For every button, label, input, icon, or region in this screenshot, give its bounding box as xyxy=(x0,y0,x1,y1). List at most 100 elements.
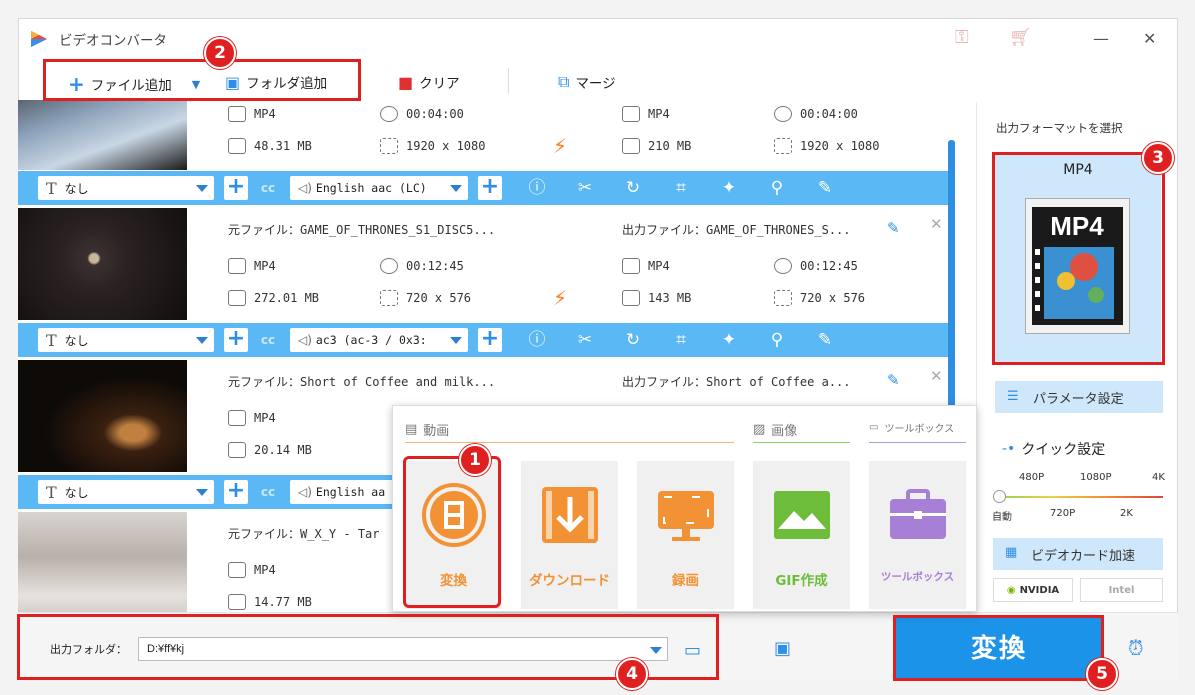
tile-download[interactable]: ダウンロード xyxy=(521,461,618,609)
file-icon xyxy=(622,138,640,154)
chevron-down-icon xyxy=(450,337,462,344)
add-audio-button[interactable]: + xyxy=(478,328,502,352)
scissors-icon[interactable]: ✂ xyxy=(572,328,598,352)
tile-toolbox-label: ツールボックス xyxy=(880,571,955,583)
source-file-name: 元ファイル：GAME_OF_THRONES_S1_DISC5... xyxy=(228,221,495,238)
tile-gif[interactable]: GIF作成 xyxy=(753,461,850,609)
cart-icon[interactable]: 🛒︎ xyxy=(1009,27,1032,48)
label: 出力ファイル： xyxy=(622,223,707,237)
add-subtitle-button[interactable]: + xyxy=(224,176,248,200)
src-size: 20.14 MB xyxy=(228,442,312,458)
key-icon[interactable]: ⚿ xyxy=(955,27,969,48)
gpu-acceleration-label: ビデオカード加速 xyxy=(1031,548,1136,564)
video-thumbnail[interactable] xyxy=(18,208,187,320)
merge-button[interactable]: ⧉ マージ xyxy=(558,72,616,92)
subtitle-select[interactable]: T なし xyxy=(38,176,214,200)
image-section-text: 画像 xyxy=(771,424,798,439)
value: MP4 xyxy=(648,259,670,273)
minimize-button[interactable]: — xyxy=(1093,29,1109,48)
quick-settings-text: クイック設定 xyxy=(1021,442,1106,458)
label: 出力ファイル： xyxy=(622,375,707,389)
add-subtitle-button[interactable]: + xyxy=(224,328,248,352)
video-thumbnail[interactable] xyxy=(18,512,187,612)
edit-subtitle-icon[interactable]: ✎ xyxy=(812,176,838,200)
lightning-icon: ⚡︎ xyxy=(553,286,568,310)
src-resolution: 720 x 576 xyxy=(380,290,471,306)
value: MP4 xyxy=(648,107,670,121)
dst-resolution: 1920 x 1080 xyxy=(774,138,879,154)
remove-file-button[interactable]: ✕ xyxy=(930,215,943,233)
crop-icon[interactable]: ⌗ xyxy=(668,328,694,352)
video-thumbnail[interactable] xyxy=(18,360,187,472)
quick-tick: 480P xyxy=(1019,472,1045,483)
subtitle-select[interactable]: T なし xyxy=(38,328,214,352)
value: MP4 xyxy=(254,563,276,577)
nvidia-logo-icon: ◉ xyxy=(1006,584,1016,596)
value: MP4 xyxy=(254,259,276,273)
magic-wand-icon[interactable]: ✦ xyxy=(716,328,742,352)
merge-label: マージ xyxy=(575,76,616,92)
output-file-name: 出力ファイル：Short of Coffee a... xyxy=(622,373,851,390)
info-icon[interactable]: ⓘ xyxy=(524,328,550,352)
clear-button[interactable]: ■ クリア xyxy=(398,72,460,93)
remove-file-button[interactable]: ✕ xyxy=(930,367,943,385)
src-format: MP4 xyxy=(228,106,276,122)
quality-slider-handle[interactable] xyxy=(993,490,1006,503)
video-merge-icon[interactable]: ▣ xyxy=(774,638,791,659)
magic-wand-icon[interactable]: ✦ xyxy=(716,176,742,200)
video-file-icon xyxy=(228,562,246,578)
video-thumbnail[interactable] xyxy=(18,100,187,170)
dst-duration: 00:12:45 xyxy=(774,258,858,274)
chip-icon: ▦ xyxy=(1005,545,1018,560)
close-button[interactable]: ✕ xyxy=(1143,29,1156,48)
audio-select[interactable]: ◁) ac3 (ac-3 / 0x3: xyxy=(290,328,468,352)
value: 210 MB xyxy=(648,139,692,153)
cc-icon[interactable]: cc xyxy=(256,480,280,504)
value: 00:12:45 xyxy=(406,259,464,273)
dst-size: 143 MB xyxy=(622,290,691,306)
alarm-clock-icon[interactable]: ⏰︎ xyxy=(1128,636,1144,660)
info-icon[interactable]: ⓘ xyxy=(524,176,550,200)
src-size: 14.77 MB xyxy=(228,594,312,610)
quality-slider-track[interactable] xyxy=(997,496,1163,498)
cc-icon[interactable]: cc xyxy=(256,176,280,200)
callout-box-convert-tile xyxy=(403,456,501,608)
watermark-icon[interactable]: ⚲ xyxy=(764,328,790,352)
dst-size: 210 MB xyxy=(622,138,691,154)
add-audio-button[interactable]: + xyxy=(478,176,502,200)
file-icon xyxy=(228,290,246,306)
value: GAME_OF_THRONES_S... xyxy=(706,223,851,237)
source-file-name: 元ファイル：Short of Coffee and milk... xyxy=(228,373,495,390)
scissors-icon[interactable]: ✂ xyxy=(572,176,598,200)
parameter-settings-label: パラメータ設定 xyxy=(1033,391,1124,407)
value: 00:04:00 xyxy=(800,107,858,121)
rotate-icon[interactable]: ↻ xyxy=(620,176,646,200)
text-icon: T xyxy=(46,330,57,350)
intel-label: Intel xyxy=(1108,584,1135,596)
subtitle-select[interactable]: T なし xyxy=(38,480,214,504)
cc-icon[interactable]: cc xyxy=(256,328,280,352)
section-divider xyxy=(869,442,966,443)
value: 720 x 576 xyxy=(406,291,472,305)
add-subtitle-button[interactable]: + xyxy=(224,480,248,504)
watermark-icon[interactable]: ⚲ xyxy=(764,176,790,200)
tile-toolbox[interactable]: ツールボックス xyxy=(869,461,966,609)
intel-badge: Intel xyxy=(1080,578,1163,602)
gpu-acceleration-button[interactable]: ▦ ビデオカード加速 xyxy=(993,538,1163,570)
toolbox-icon xyxy=(890,489,946,539)
parameter-settings-button[interactable]: ☰ パラメータ設定 xyxy=(995,381,1163,413)
dst-resolution: 720 x 576 xyxy=(774,290,865,306)
audio-select[interactable]: ◁) English aac (LC) xyxy=(290,176,468,200)
text-icon: T xyxy=(46,482,57,502)
value: ac3 (ac-3 / 0x3: xyxy=(315,333,427,347)
label: 元ファイル： xyxy=(228,375,301,389)
src-format: MP4 xyxy=(228,410,276,426)
image-section-label: ▨ 画像 xyxy=(753,420,797,439)
crop-icon[interactable]: ⌗ xyxy=(668,176,694,200)
quick-settings-label: -• クイック設定 xyxy=(1002,439,1105,459)
pencil-icon[interactable]: ✎ xyxy=(887,371,900,389)
edit-subtitle-icon[interactable]: ✎ xyxy=(812,328,838,352)
tile-record[interactable]: 録画 xyxy=(637,461,734,609)
pencil-icon[interactable]: ✎ xyxy=(887,219,900,237)
rotate-icon[interactable]: ↻ xyxy=(620,328,646,352)
